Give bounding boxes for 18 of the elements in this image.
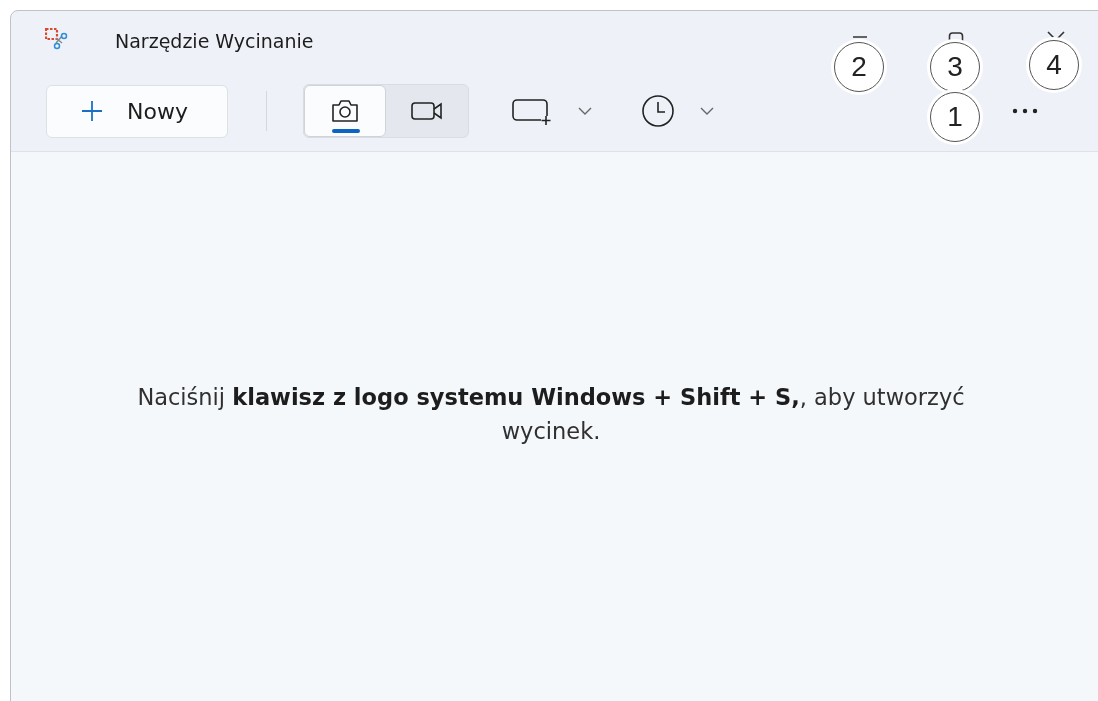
window-title: Narzędzie Wycinanie xyxy=(115,30,314,52)
clock-icon xyxy=(641,94,675,128)
video-camera-icon xyxy=(410,99,444,123)
new-button[interactable]: Nowy xyxy=(46,84,228,138)
callout-number: 4 xyxy=(1029,40,1079,90)
instruction-text: Naciśnij klawisz z logo systemu Windows + Shift + S,, aby utworzyć wycinek. xyxy=(136,383,966,446)
screenshot-mode-button[interactable] xyxy=(304,85,386,137)
chevron-down-icon xyxy=(699,106,715,116)
callout-number: 3 xyxy=(930,42,980,92)
rectangle-icon xyxy=(511,96,553,126)
chevron-down-icon xyxy=(577,106,593,116)
plus-icon xyxy=(81,100,103,122)
callout-number: 2 xyxy=(834,42,884,92)
callout-number: 1 xyxy=(930,92,980,142)
more-icon xyxy=(1012,108,1038,114)
camera-icon xyxy=(330,98,360,124)
app-icon xyxy=(45,28,69,50)
minimize-icon[interactable] xyxy=(852,35,868,39)
